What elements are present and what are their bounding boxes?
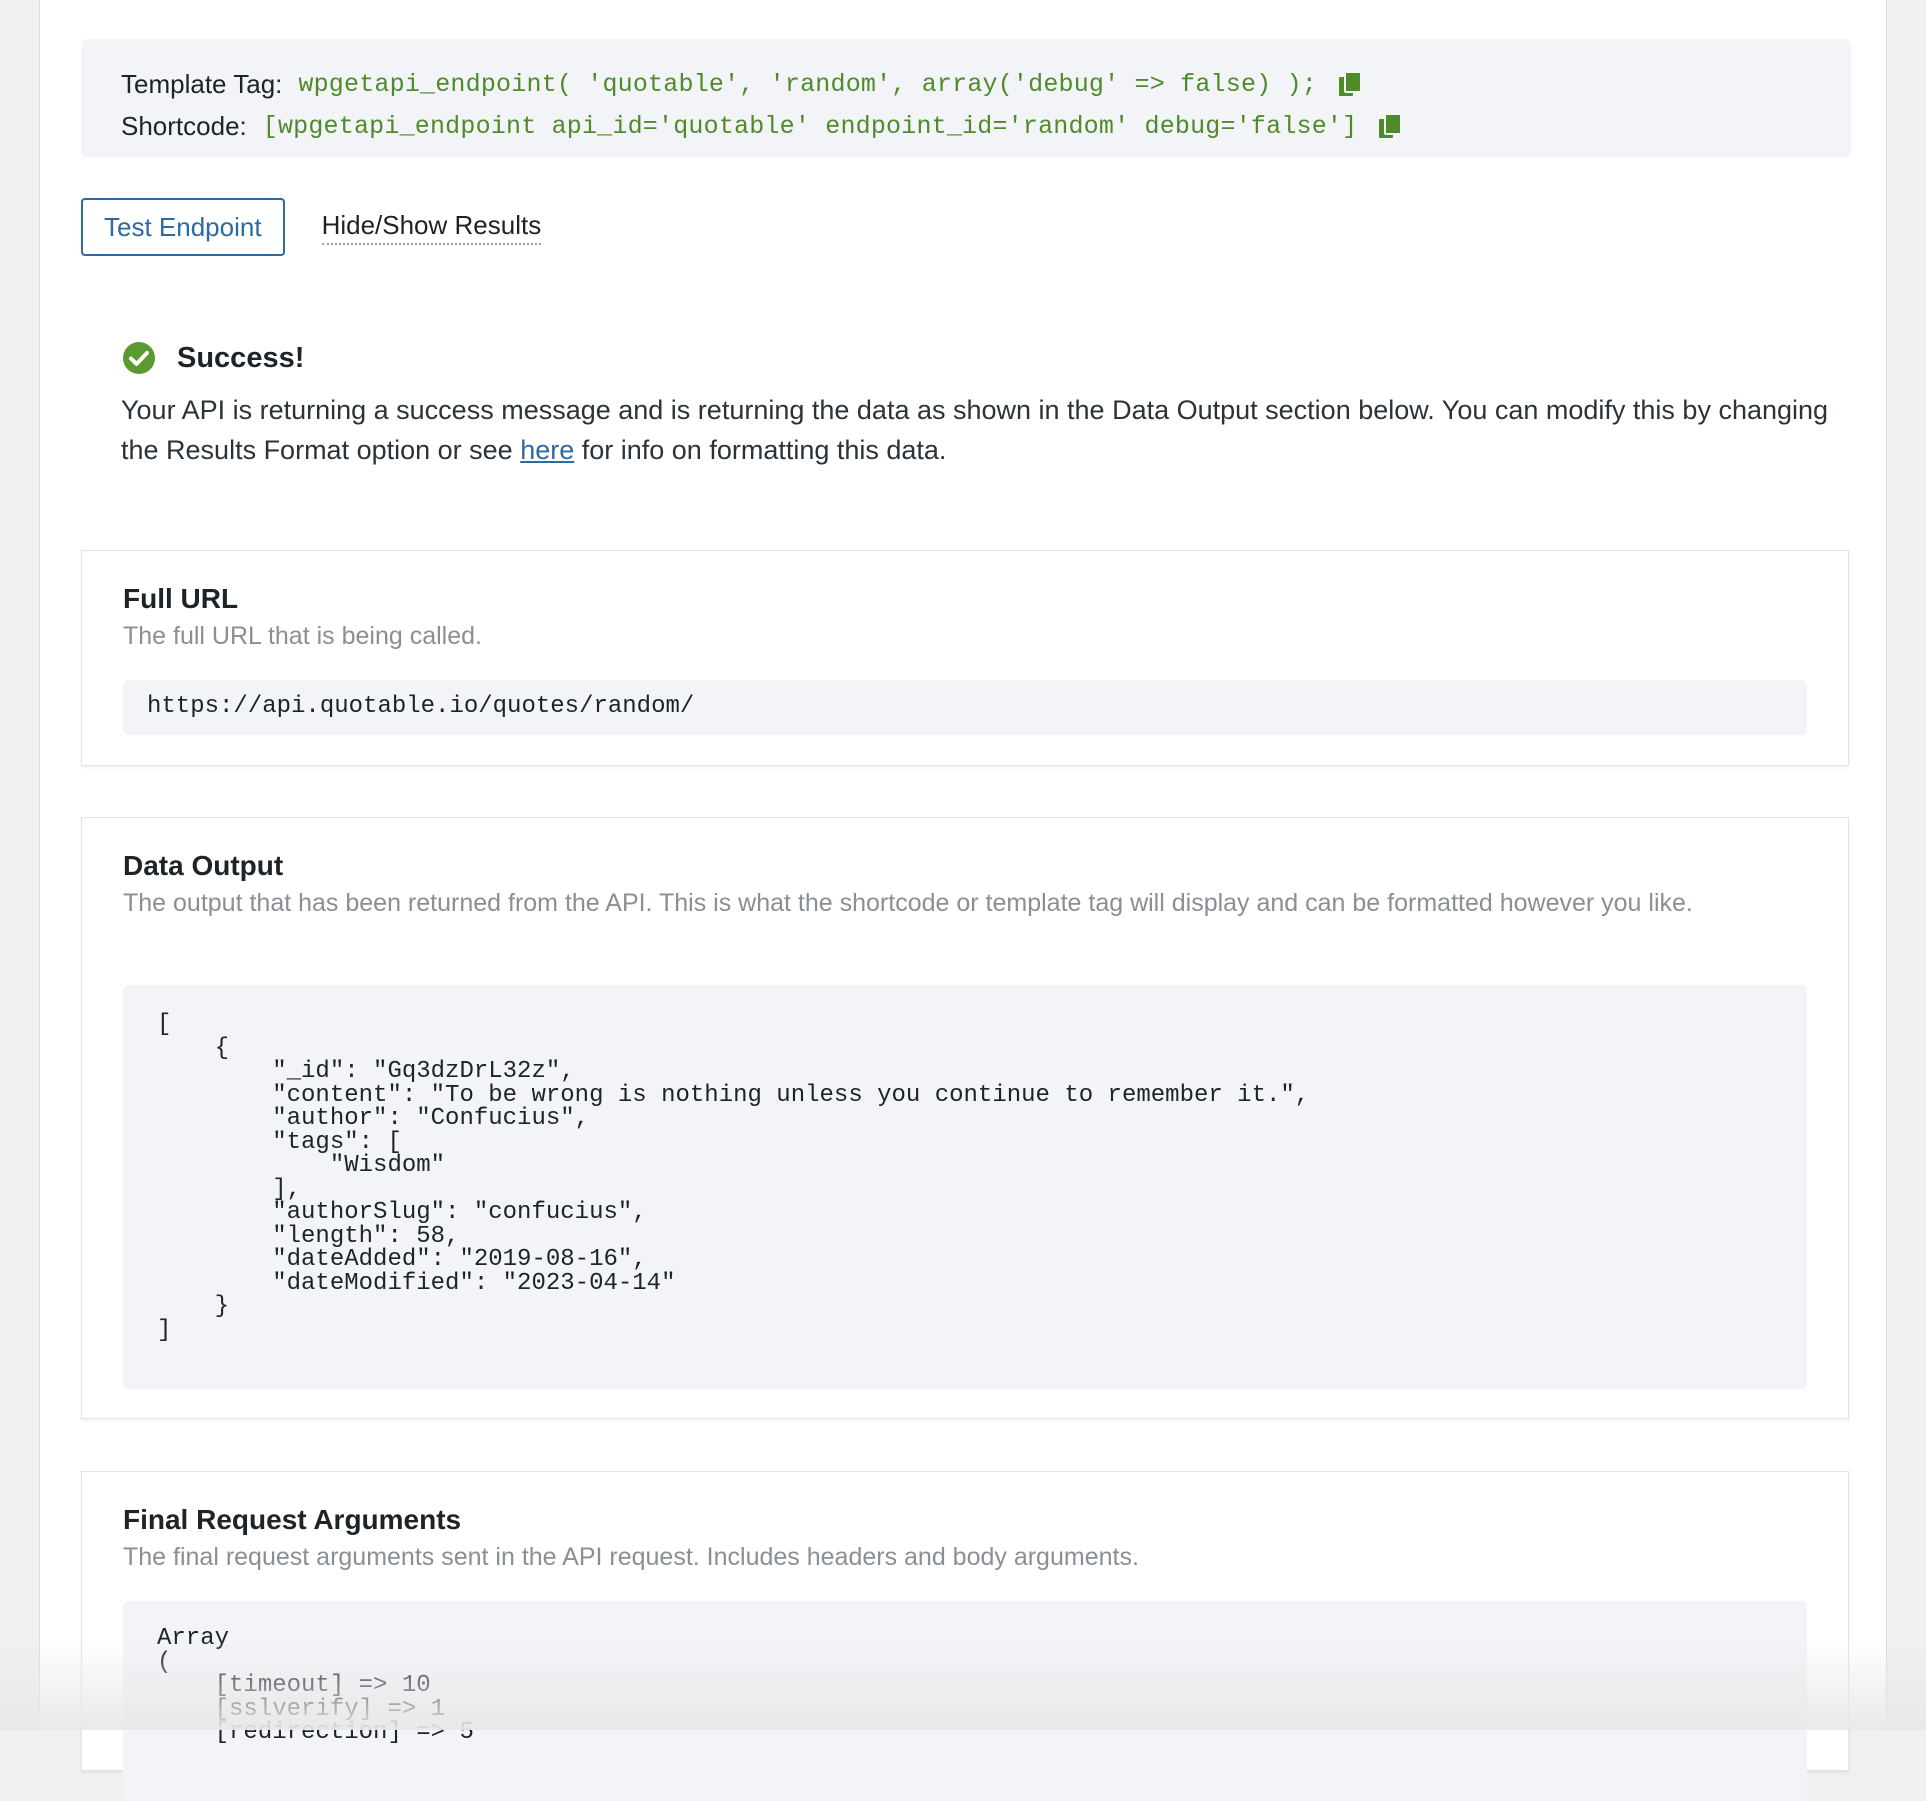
final-request-panel: Final Request Arguments The final reques… (81, 1471, 1849, 1801)
success-message: Success! Your API is returning a success… (121, 330, 1861, 470)
settings-page: Template Tag: wpgetapi_endpoint( 'quotab… (39, 0, 1887, 1801)
shortcode-label: Shortcode: (121, 110, 247, 141)
success-text-before: Your API is returning a success message … (121, 395, 1829, 465)
data-output-title: Data Output (123, 850, 284, 881)
full-url-description: The full URL that is being called. (123, 622, 482, 650)
full-url-title: Full URL (123, 583, 239, 614)
success-title: Success! (177, 341, 305, 374)
usage-tags-box: Template Tag: wpgetapi_endpoint( 'quotab… (81, 39, 1851, 157)
copy-icon[interactable] (1338, 72, 1361, 96)
success-text: Your API is returning a success message … (121, 390, 1861, 470)
template-tag-code[interactable]: wpgetapi_endpoint( 'quotable', 'random',… (298, 70, 1317, 99)
success-text-after: for info on formatting this data. (574, 435, 947, 465)
formatting-info-link[interactable]: here (520, 435, 574, 465)
data-output-panel: Data Output The output that has been ret… (81, 817, 1849, 1419)
copy-icon[interactable] (1379, 114, 1402, 138)
hide-show-results-link[interactable]: Hide/Show Results (321, 210, 542, 245)
final-request-box[interactable]: Array ( [timeout] => 10 [sslverify] => 1… (123, 1601, 1807, 1801)
template-tag-row: Template Tag: wpgetapi_endpoint( 'quotab… (121, 63, 1811, 105)
check-circle-icon (123, 342, 155, 374)
template-tag-label: Template Tag: (121, 68, 283, 99)
full-url-box: https://api.quotable.io/quotes/random/ (123, 680, 1807, 735)
full-url-value[interactable]: https://api.quotable.io/quotes/random/ (147, 693, 694, 721)
shortcode-row: Shortcode: [wpgetapi_endpoint api_id='qu… (121, 105, 1811, 147)
test-endpoint-button[interactable]: Test Endpoint (81, 198, 285, 256)
success-heading: Success! (40, 330, 1861, 386)
final-request-code: Array ( [timeout] => 10 [sslverify] => 1… (157, 1625, 474, 1746)
data-output-code: [ { "_id": "Gq3dzDrL32z", "content": "To… (157, 1011, 1310, 1344)
endpoint-actions: Test Endpoint Hide/Show Results (81, 197, 542, 257)
final-request-title: Final Request Arguments (123, 1504, 462, 1535)
data-output-description: The output that has been returned from t… (123, 889, 1693, 917)
full-url-panel: Full URL The full URL that is being call… (81, 550, 1849, 766)
shortcode-code[interactable]: [wpgetapi_endpoint api_id='quotable' end… (263, 112, 1358, 141)
data-output-box[interactable]: [ { "_id": "Gq3dzDrL32z", "content": "To… (123, 985, 1807, 1389)
final-request-description: The final request arguments sent in the … (123, 1543, 1139, 1571)
